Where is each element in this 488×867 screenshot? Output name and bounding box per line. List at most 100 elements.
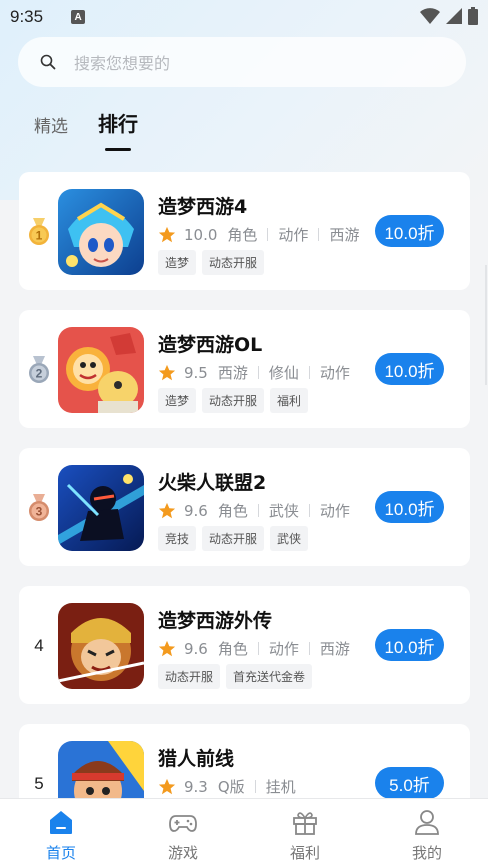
- gift-icon: [293, 812, 317, 835]
- divider: [257, 366, 259, 379]
- game-category: 修仙: [268, 364, 299, 382]
- discount-button[interactable]: 5.0折: [375, 767, 444, 799]
- search-bar[interactable]: 搜索您想要的: [18, 37, 466, 87]
- game-card[interactable]: 3 火柴人联盟2 9.6 角色 武侠 动作 竞技 动态开服 武侠 10.0折: [19, 448, 470, 566]
- divider: [254, 780, 256, 793]
- status-bar: 9:35 A: [0, 0, 488, 34]
- game-category: 动作: [319, 502, 350, 520]
- game-tag: 动态开服: [202, 526, 265, 551]
- divider: [257, 642, 259, 655]
- divider: [308, 642, 310, 655]
- home-icon: [50, 811, 72, 834]
- gold-medal-icon: 1: [27, 218, 51, 246]
- game-title: 造梦西游OL: [158, 334, 263, 356]
- game-category: 角色: [227, 226, 258, 244]
- status-icons: [420, 7, 478, 25]
- game-score: 9.6: [184, 639, 208, 658]
- signal-icon: [446, 8, 462, 24]
- game-title: 猎人前线: [158, 748, 235, 770]
- nav-home[interactable]: 首页: [0, 799, 122, 867]
- game-tags: 竞技 动态开服 武侠: [158, 526, 309, 551]
- game-tag: 造梦: [158, 250, 197, 275]
- game-category: 西游: [319, 640, 350, 658]
- svg-text:1: 1: [36, 229, 43, 243]
- game-category: 动作: [278, 226, 309, 244]
- divider: [308, 504, 310, 517]
- nav-games[interactable]: 游戏: [122, 799, 244, 867]
- star-icon: [158, 226, 176, 242]
- game-tag: 动态开服: [202, 250, 265, 275]
- silver-medal-icon: 2: [27, 356, 51, 384]
- tab-bar: 精选 排行: [34, 108, 168, 151]
- game-score: 9.3: [184, 777, 208, 796]
- game-meta: 9.6 角色 动作 西游: [158, 638, 350, 659]
- game-category: 西游: [217, 364, 248, 382]
- scrollbar[interactable]: [485, 265, 487, 385]
- game-card[interactable]: 4 造梦西游外传 9.6 角色 动作 西游 动态开服 首充送代金卷 10.0折: [19, 586, 470, 704]
- divider: [267, 228, 269, 241]
- game-tag: 竞技: [158, 526, 197, 551]
- game-card[interactable]: 1 造梦西游4 10.0 角色 动作 西游 造梦 动态开服 10.0折: [19, 172, 470, 290]
- game-category: 动作: [319, 364, 350, 382]
- game-tag: 福利: [270, 388, 309, 413]
- nav-home-label: 首页: [45, 844, 76, 862]
- nav-welfare[interactable]: 福利: [244, 799, 366, 867]
- game-meta: 9.5 西游 修仙 动作: [158, 362, 350, 383]
- game-cover-image[interactable]: [58, 603, 144, 689]
- nav-profile[interactable]: 我的: [366, 799, 488, 867]
- game-tags: 造梦 动态开服: [158, 250, 265, 275]
- game-category: 动作: [268, 640, 299, 658]
- game-cover-image[interactable]: [58, 327, 144, 413]
- star-icon: [158, 364, 176, 380]
- battery-icon: [468, 7, 478, 25]
- divider: [257, 504, 259, 517]
- user-icon: [415, 810, 439, 835]
- game-cover-image[interactable]: [58, 465, 144, 551]
- game-score: 9.5: [184, 363, 208, 382]
- game-title: 火柴人联盟2: [158, 472, 267, 494]
- game-card[interactable]: 2 造梦西游OL 9.5 西游 修仙 动作 造梦 动态开服 福利 10.0折: [19, 310, 470, 428]
- game-category: Q版: [217, 778, 245, 796]
- nav-games-label: 游戏: [167, 844, 198, 862]
- wifi-icon: [420, 8, 440, 24]
- svg-text:2: 2: [36, 367, 43, 381]
- tab-active-indicator: [105, 148, 131, 151]
- game-score: 9.6: [184, 501, 208, 520]
- discount-button[interactable]: 10.0折: [375, 215, 444, 247]
- game-meta: 10.0 角色 动作 西游: [158, 224, 359, 245]
- game-tags: 动态开服 首充送代金卷: [158, 664, 313, 689]
- rank-number: 5: [27, 770, 51, 798]
- star-icon: [158, 778, 176, 794]
- search-placeholder: 搜索您想要的: [74, 54, 171, 73]
- divider: [308, 366, 310, 379]
- game-tag: 动态开服: [202, 388, 265, 413]
- game-tag: 动态开服: [158, 664, 221, 689]
- game-tag: 武侠: [270, 526, 309, 551]
- svg-text:3: 3: [36, 505, 43, 519]
- nav-welfare-label: 福利: [289, 844, 320, 862]
- bronze-medal-icon: 3: [27, 494, 51, 522]
- game-tag: 造梦: [158, 388, 197, 413]
- nav-profile-label: 我的: [411, 844, 442, 862]
- tab-ranking-label: 排行: [98, 112, 138, 136]
- rank-number-text: 4: [34, 636, 44, 655]
- game-meta: 9.3 Q版 挂机: [158, 776, 296, 797]
- tab-ranking[interactable]: 排行: [98, 108, 138, 151]
- star-icon: [158, 502, 176, 518]
- game-tag: 首充送代金卷: [226, 664, 313, 689]
- bottom-navigation: 首页 游戏 福利 我的: [0, 798, 488, 867]
- game-cover-image[interactable]: [58, 189, 144, 275]
- discount-button[interactable]: 10.0折: [375, 353, 444, 385]
- tab-featured[interactable]: 精选: [34, 112, 68, 137]
- game-category: 武侠: [268, 502, 299, 520]
- game-score: 10.0: [184, 225, 218, 244]
- notification-icon: A: [71, 10, 86, 24]
- game-title: 造梦西游4: [158, 196, 248, 218]
- rank-number-text: 5: [34, 774, 44, 793]
- game-category: 角色: [217, 502, 248, 520]
- search-icon: [40, 54, 56, 70]
- discount-button[interactable]: 10.0折: [375, 491, 444, 523]
- divider: [318, 228, 320, 241]
- ranking-list: 1 造梦西游4 10.0 角色 动作 西游 造梦 动态开服 10.0折 2 造梦…: [19, 172, 470, 862]
- discount-button[interactable]: 10.0折: [375, 629, 444, 661]
